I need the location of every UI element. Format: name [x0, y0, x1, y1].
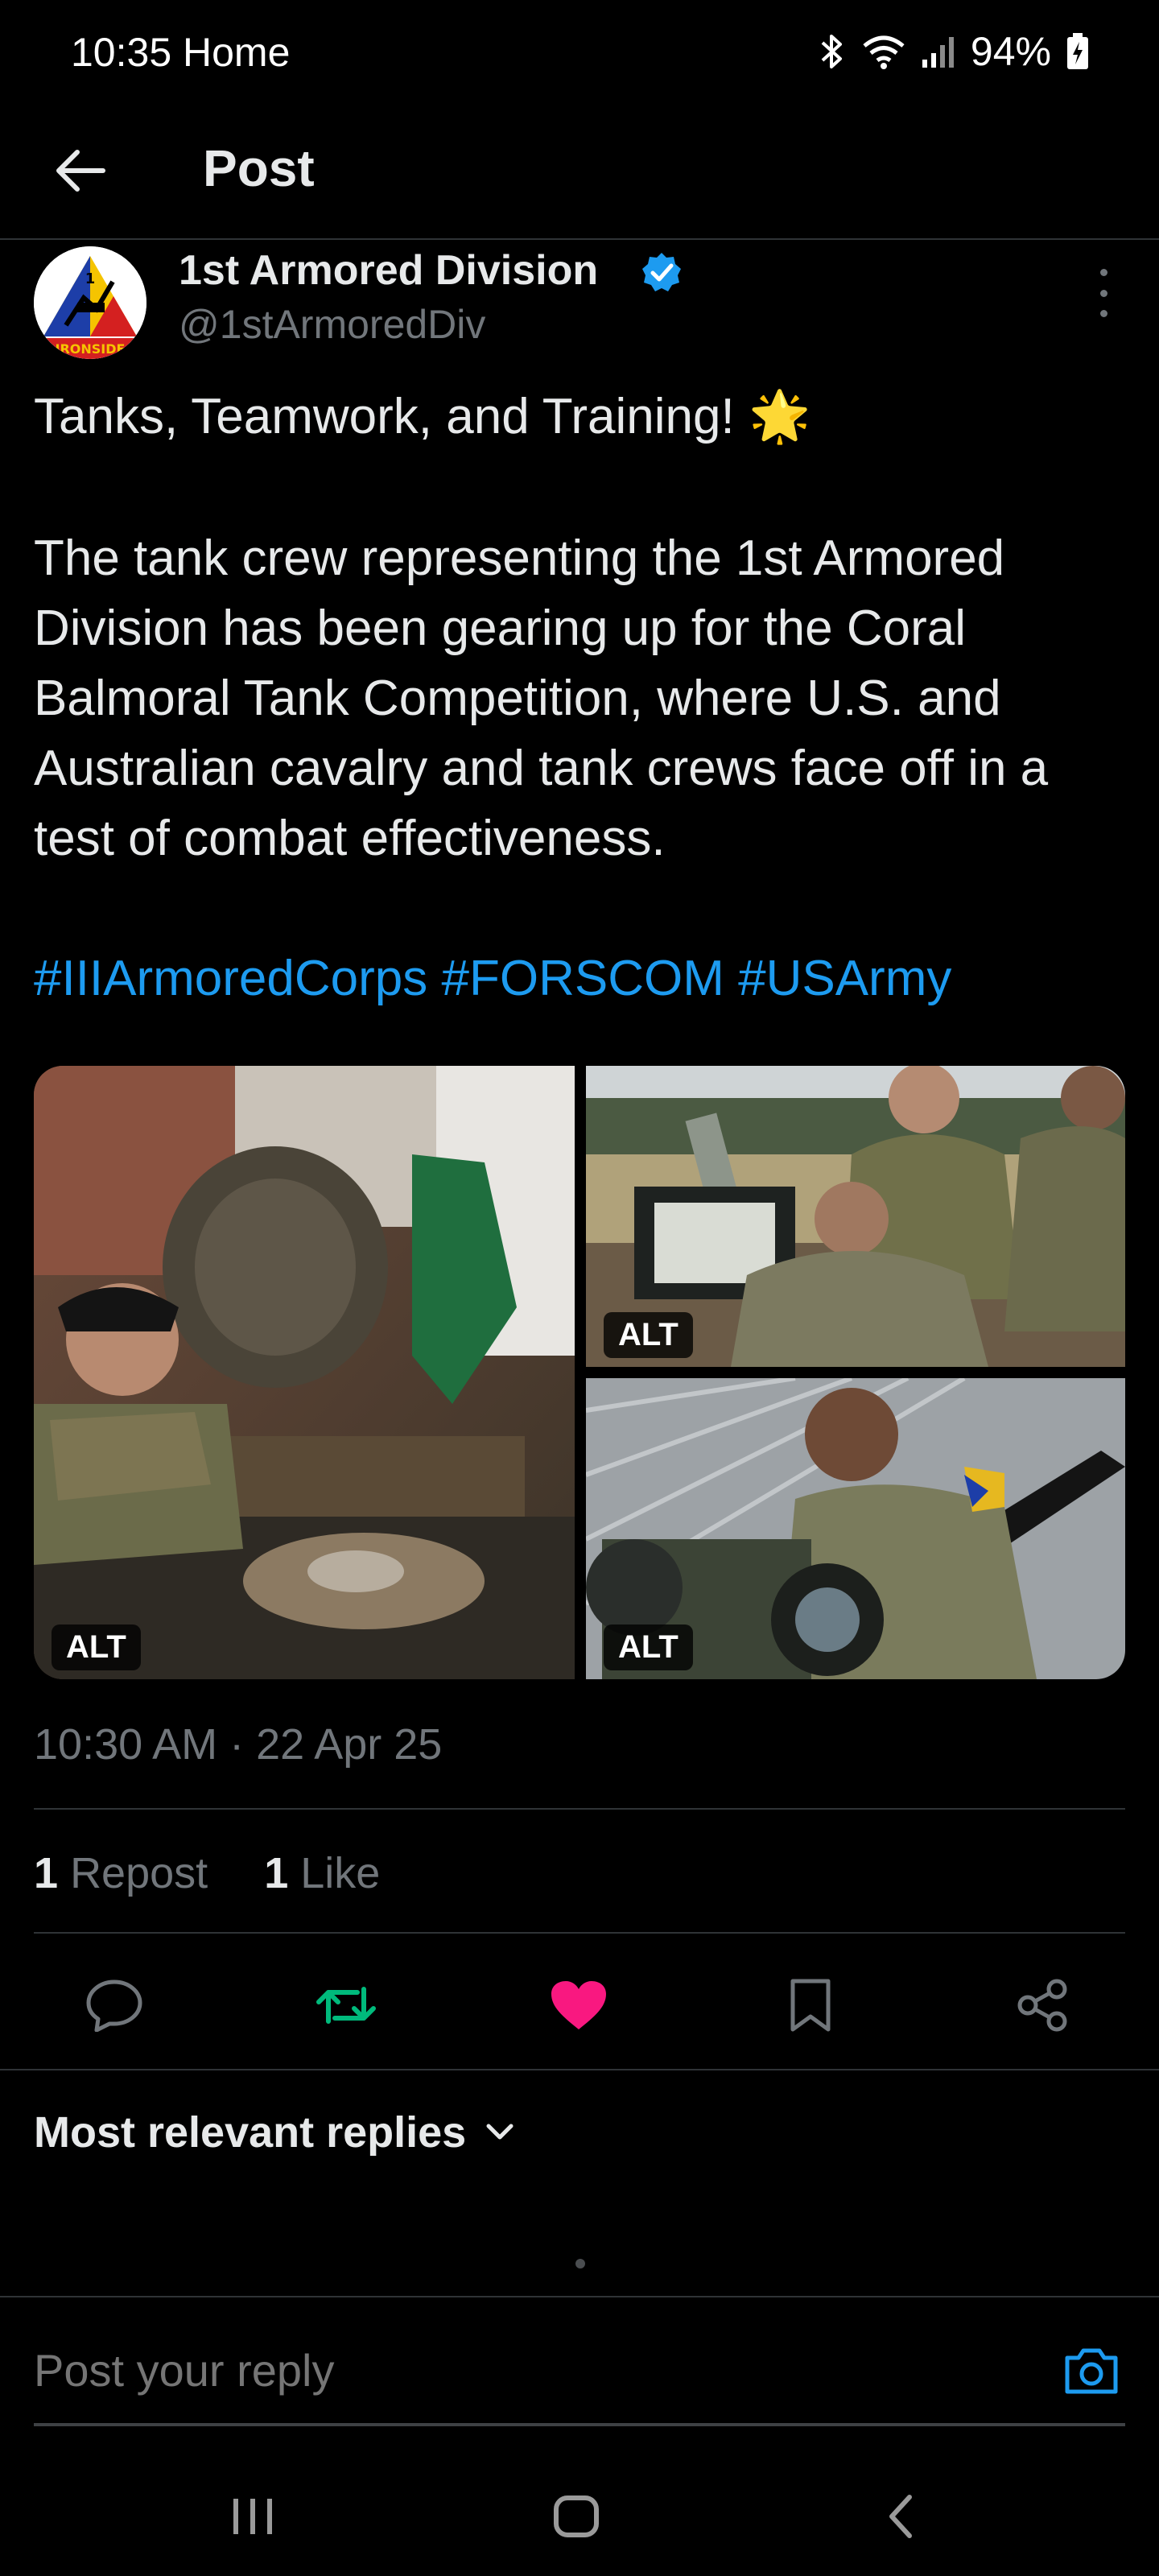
author-name[interactable]: 1st Armored Division	[179, 246, 598, 295]
camera-icon	[1065, 2348, 1118, 2394]
author-avatar[interactable]: IRONSIDE 1	[34, 246, 146, 359]
avatar-text: IRONSIDE	[56, 341, 126, 357]
chevron-down-icon	[486, 2124, 514, 2140]
system-back-button[interactable]	[861, 2476, 942, 2557]
repost-button[interactable]	[310, 1969, 382, 2041]
replies-sort-dropdown[interactable]: Most relevant replies	[34, 2107, 516, 2157]
post-image-2[interactable]: ALT	[586, 1066, 1125, 1367]
verified-badge-icon	[641, 251, 683, 293]
reply-input-underline	[34, 2423, 1125, 2426]
signal-icon	[921, 34, 956, 69]
more-dot	[1099, 310, 1107, 317]
likes-count: 1	[264, 1849, 289, 1897]
back-arrow-icon	[56, 150, 105, 192]
more-options-button[interactable]	[1083, 269, 1124, 317]
status-time: 10:35 Home	[71, 30, 291, 75]
back-button[interactable]	[47, 137, 114, 204]
heart-icon	[551, 1981, 606, 2029]
battery-icon	[1066, 32, 1090, 71]
post-text-body: The tank crew representing the 1st Armor…	[34, 530, 1049, 866]
divider	[0, 2069, 1159, 2070]
post-stats: 1 Repost 1 Like	[34, 1848, 380, 1898]
loading-indicator	[575, 2259, 585, 2268]
reposts-label: Repost	[70, 1849, 208, 1897]
post-image-3[interactable]: ALT	[586, 1378, 1125, 1679]
post-hashtags[interactable]: #IIIArmoredCorps #FORSCOM #USArmy	[34, 943, 951, 1013]
alt-badge[interactable]: ALT	[604, 1624, 693, 1670]
status-icons: 94%	[818, 27, 1090, 76]
more-dot	[1099, 289, 1107, 297]
reply-input[interactable]	[34, 2344, 919, 2396]
reply-icon	[86, 1979, 142, 2032]
repost-icon	[316, 1987, 376, 2024]
status-bar: 10:35 Home 94%	[0, 0, 1159, 105]
bluetooth-icon	[818, 31, 847, 72]
likes-label: Like	[300, 1849, 381, 1897]
battery-percent: 94%	[970, 29, 1051, 74]
replies-sort-label: Most relevant replies	[34, 2108, 467, 2157]
chevron-left-icon	[889, 2495, 912, 2538]
system-nav-bar	[0, 2431, 1159, 2576]
recent-apps-button[interactable]	[212, 2476, 293, 2557]
like-button[interactable]	[542, 1969, 615, 2041]
share-icon	[1017, 1979, 1067, 2032]
media-grid: ALT ALT ALT	[34, 1066, 1125, 1679]
wifi-icon	[861, 33, 906, 70]
alt-badge[interactable]: ALT	[52, 1624, 141, 1670]
armored-division-patch-icon: IRONSIDE 1	[34, 246, 146, 359]
post-timestamp[interactable]: 10:30 AM · 22 Apr 25	[34, 1719, 442, 1769]
reply-button[interactable]	[78, 1969, 151, 2041]
home-icon	[554, 2496, 599, 2537]
divider	[34, 1808, 1125, 1810]
bookmark-button[interactable]	[774, 1969, 847, 2041]
page-title: Post	[203, 139, 315, 197]
reposts-stat[interactable]: 1 Repost	[34, 1849, 208, 1897]
top-bar: Post	[0, 105, 1159, 240]
home-button[interactable]	[536, 2476, 617, 2557]
reply-composer	[0, 2296, 1159, 2426]
divider	[34, 1932, 1125, 1934]
post-text-headline: Tanks, Teamwork, and Training! 🌟	[34, 389, 811, 444]
post-image-1[interactable]: ALT	[34, 1066, 575, 1679]
svg-text:1: 1	[85, 270, 96, 287]
recent-apps-icon	[233, 2499, 272, 2534]
alt-badge[interactable]: ALT	[604, 1312, 693, 1358]
more-dot	[1099, 269, 1107, 276]
likes-stat[interactable]: 1 Like	[264, 1849, 380, 1897]
bookmark-icon	[790, 1979, 831, 2032]
reposts-count: 1	[34, 1849, 59, 1897]
author-handle[interactable]: @1stArmoredDiv	[179, 301, 485, 348]
share-button[interactable]	[1006, 1969, 1079, 2041]
camera-button[interactable]	[1059, 2343, 1124, 2401]
